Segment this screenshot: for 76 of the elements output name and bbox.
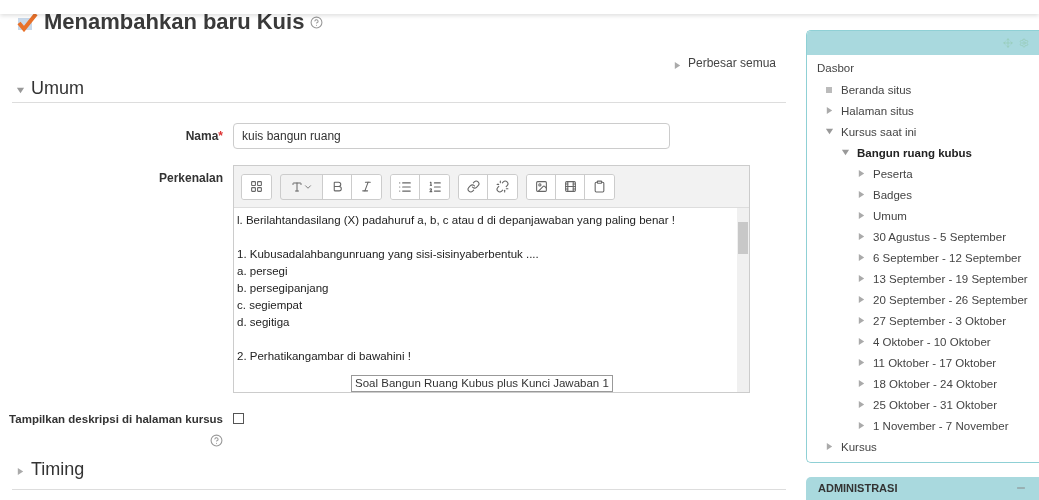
checkmark-icon — [16, 12, 38, 32]
collapsed-triangle-icon[interactable] — [857, 273, 866, 283]
nav-link[interactable]: 4 Oktober - 10 Oktober — [873, 332, 991, 351]
nav-link[interactable]: Peserta — [873, 164, 913, 183]
expand-all-link[interactable]: Perbesar semua — [687, 54, 776, 72]
help-icon[interactable] — [210, 434, 223, 448]
collapsed-triangle-icon[interactable] — [16, 466, 25, 476]
collapsed-triangle-icon[interactable] — [857, 189, 866, 199]
required-mark: * — [218, 129, 223, 143]
bullet-list-icon[interactable] — [391, 174, 420, 199]
toolbar-toggle-icon[interactable] — [242, 174, 271, 199]
collapsed-triangle-icon[interactable] — [857, 252, 866, 262]
numbered-list-icon[interactable] — [420, 174, 449, 199]
collapsed-triangle-icon[interactable] — [857, 336, 866, 346]
clipboard-icon[interactable] — [585, 174, 614, 199]
nav-link[interactable]: 27 September - 3 Oktober — [873, 311, 1006, 330]
editor-text-line: 1. Kubusadalahbangunruang yang sisi-sisinyaberbentuk .... — [237, 247, 540, 262]
expanded-triangle-icon[interactable] — [16, 85, 25, 95]
editor-text-line: a. persegi — [237, 264, 289, 279]
name-field[interactable]: kuis bangun ruang — [233, 123, 670, 149]
nav-link[interactable]: 25 Oktober - 31 Oktober — [873, 395, 997, 414]
section-title: Timing — [31, 457, 85, 481]
section-title: Umum — [31, 76, 84, 100]
italic-icon[interactable] — [352, 174, 381, 199]
nav-link[interactable]: 11 Oktober - 17 Oktober — [873, 353, 997, 372]
page-title: Menambahkan baru Kuis — [44, 10, 305, 34]
nav-link[interactable]: 1 November - 7 November — [873, 416, 1009, 435]
editor-text-line: c. segiempat — [237, 298, 304, 313]
editor-text-line: b. persegipanjang — [237, 281, 330, 296]
nav-link[interactable]: Beranda situs — [841, 80, 912, 99]
collapsed-triangle-icon[interactable] — [825, 105, 834, 115]
tooltip: Soal Bangun Ruang Kubus plus Kunci Jawaban 1 — [351, 375, 613, 392]
collapsed-triangle-icon[interactable] — [857, 420, 866, 430]
collapsed-triangle-icon[interactable] — [857, 357, 866, 367]
intro-label: Perkenalan — [158, 171, 223, 185]
nav-link[interactable]: Halaman situs — [841, 101, 914, 120]
nav-link[interactable]: 13 September - 19 September — [873, 269, 1028, 288]
scrollbar[interactable] — [737, 208, 749, 392]
collapsed-triangle-icon[interactable] — [857, 210, 866, 220]
bold-icon[interactable] — [323, 174, 352, 199]
collapsed-triangle-icon[interactable] — [857, 315, 866, 325]
collapsed-triangle-icon[interactable] — [672, 60, 682, 70]
nav-link[interactable]: Kursus — [841, 437, 877, 456]
nav-root[interactable]: Dasbor — [817, 60, 1029, 78]
expanded-triangle-icon[interactable] — [841, 147, 850, 157]
help-icon[interactable] — [310, 15, 324, 29]
collapsed-triangle-icon[interactable] — [825, 441, 834, 451]
nav-link[interactable]: Bangun ruang kubus — [857, 143, 972, 162]
nav-link[interactable]: 18 Oktober - 24 Oktober — [873, 374, 997, 393]
name-label: Nama — [185, 129, 219, 143]
image-icon[interactable] — [527, 174, 556, 199]
collapsed-triangle-icon[interactable] — [857, 231, 866, 241]
unlink-icon[interactable] — [488, 174, 517, 199]
nav-link[interactable]: Kursus saat ini — [841, 122, 917, 141]
editor-text-line: l. Berilahtandasilang (X) padahuruf a, b, c atau d di depanjawaban yang paling benar ! — [237, 213, 676, 228]
nav-link[interactable]: Badges — [873, 185, 912, 204]
editor-text-line: 2. Perhatikangambar di bawahini ! — [237, 349, 412, 364]
nav-link[interactable]: 20 September - 26 September — [873, 290, 1028, 309]
nav-link[interactable]: Umum — [873, 206, 907, 225]
section-header[interactable]: Timing — [0, 455, 786, 484]
block-title: ADMINISTRASI — [818, 482, 898, 496]
collapsed-triangle-icon[interactable] — [857, 294, 866, 304]
nav-link[interactable]: 30 Agustus - 5 September — [873, 227, 1006, 246]
section-header[interactable]: Umum — [0, 74, 786, 102]
video-icon[interactable] — [556, 174, 585, 199]
show-description-label: Tampilkan deskripsi di halaman kursus — [9, 412, 223, 427]
nav-link[interactable]: 6 September - 12 September — [873, 248, 1022, 267]
show-description-checkbox[interactable] — [233, 413, 244, 424]
collapsed-triangle-icon[interactable] — [857, 378, 866, 388]
collapsed-triangle-icon[interactable] — [857, 399, 866, 409]
editor-text-line: d. segitiga — [237, 315, 291, 330]
text-editor[interactable] — [233, 165, 750, 393]
bullet-icon — [826, 86, 832, 93]
link-icon[interactable] — [459, 174, 488, 199]
collapsed-triangle-icon[interactable] — [857, 168, 866, 178]
expanded-triangle-icon[interactable] — [825, 126, 834, 136]
